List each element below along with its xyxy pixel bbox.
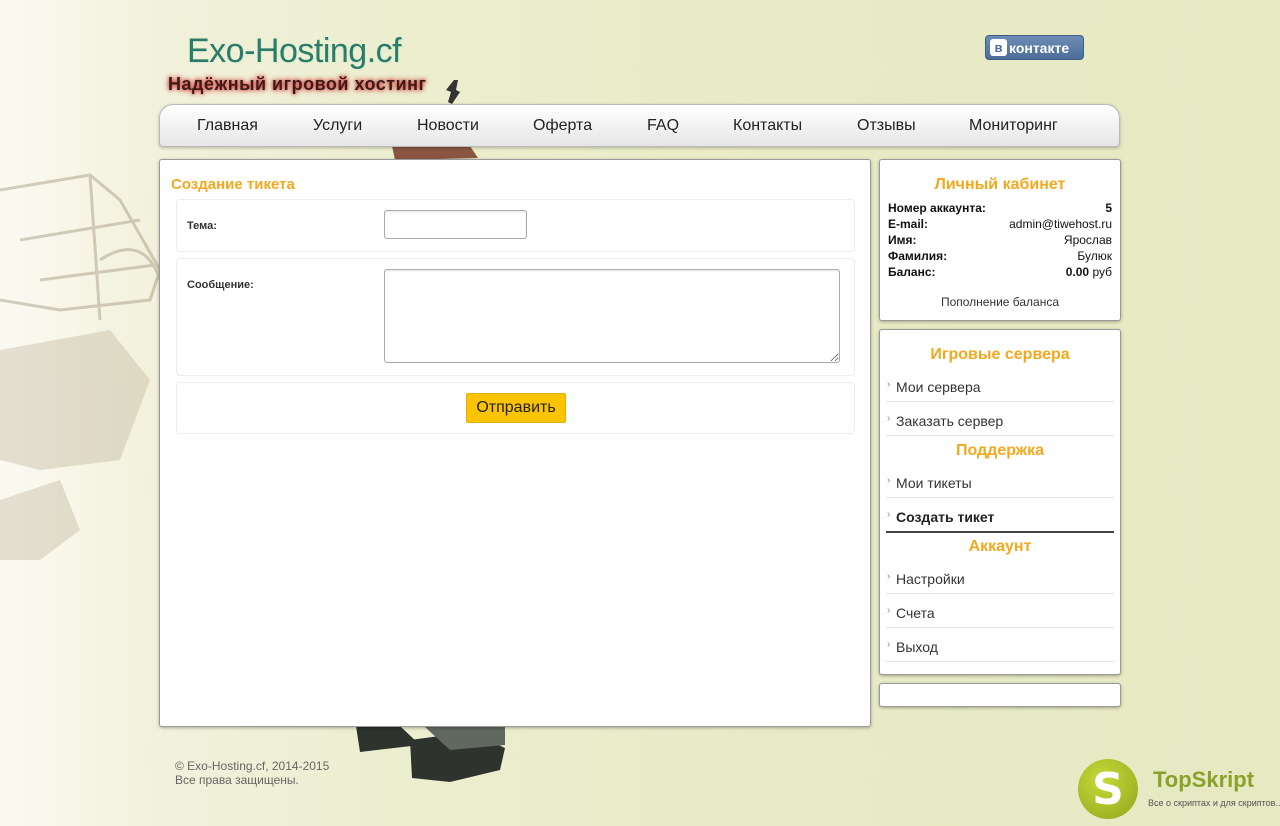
page-title: Создание тикета [171,176,295,193]
account-row-surname: Фамилия: Булюк [888,249,1112,263]
logo-tagline: Надёжный игровой хостинг [168,74,427,94]
submit-row: Отправить [176,382,855,434]
logo-title: Exo-Hosting.cf [187,32,402,70]
account-title: Личный кабинет [934,176,1066,193]
nav-item-monitoring[interactable]: Мониторинг [969,117,1058,135]
chevron-right-icon: › [887,639,891,650]
chevron-right-icon: › [887,605,891,616]
sidebar-item-create-ticket[interactable]: › Создать тикет [886,499,1114,533]
nav-item-offer[interactable]: Оферта [533,117,592,135]
sidebar-item-label: Настройки [896,571,965,587]
sidebar-menu: Игровые сервера › Мои сервера › Заказать… [879,329,1121,675]
topskript-logo-letter: S [1092,763,1124,815]
account-row-name: Имя: Ярослав [888,233,1112,247]
footer-copyright: © Exo-Hosting.cf, 2014-2015 [175,759,330,773]
subject-label: Тема: [187,220,217,232]
sidebar-item-label: Счета [896,605,935,621]
submit-button[interactable]: Отправить [466,393,566,423]
footer: © Exo-Hosting.cf, 2014-2015 Все права за… [175,759,329,787]
account-panel: Личный кабинет Номер аккаунта: 5 E-mail:… [879,159,1121,321]
topskript-logo-icon: S [1078,759,1138,819]
sidebar-item-label: Мои сервера [896,379,981,395]
account-number-value: 5 [1105,201,1112,215]
sidebar-item-label: Выход [896,639,938,655]
topskript-tagline: Все о скриптах и для скриптов... [1148,798,1280,808]
nav-item-reviews[interactable]: Отзывы [857,117,916,135]
sidebar-item-invoices[interactable]: › Счета [886,595,1114,628]
vk-label: контакте [1009,39,1070,56]
email-value: admin@tiwehost.ru [1009,217,1112,231]
sidebar-item-label: Создать тикет [896,509,995,525]
servers-section-title: Игровые сервера [930,346,1070,363]
message-textarea[interactable] [384,269,840,363]
sidebar-item-my-servers[interactable]: › Мои сервера [886,369,1114,402]
site-logo[interactable]: Exo-Hosting.cf Надёжный игровой хостинг [165,30,465,105]
sidebar-empty-panel [879,683,1121,707]
support-section-title: Поддержка [955,442,1045,459]
surname-label: Фамилия: [888,249,948,263]
nav-item-news[interactable]: Новости [417,117,479,135]
chevron-right-icon: › [887,509,891,520]
sidebar-item-settings[interactable]: › Настройки [886,561,1114,594]
sidebar-item-label: Мои тикеты [896,475,972,491]
balance-unit: руб [1092,265,1112,279]
footer-rights: Все права защищены. [175,773,299,787]
balance-label: Баланс: [888,265,936,279]
topup-balance-link[interactable]: Пополнение баланса [880,295,1120,309]
chevron-right-icon: › [887,475,891,486]
sidebar-item-logout[interactable]: › Выход [886,629,1114,662]
gun-icon [446,80,460,104]
subject-row: Тема: [176,199,855,252]
nav-item-home[interactable]: Главная [197,117,258,135]
account-number-label: Номер аккаунта: [888,201,986,215]
account-row-email: E-mail: admin@tiwehost.ru [888,217,1112,231]
nav-item-contacts[interactable]: Контакты [733,117,802,135]
email-label: E-mail: [888,217,929,231]
topskript-name: TopSkript [1153,767,1255,792]
sidebar-item-my-tickets[interactable]: › Мои тикеты [886,465,1114,498]
sidebar-item-order-server[interactable]: › Заказать сервер [886,403,1114,436]
vk-button[interactable]: в контакте [985,35,1084,60]
message-row: Сообщение: [176,258,855,376]
chevron-right-icon: › [887,413,891,424]
name-label: Имя: [888,233,917,247]
account-row-number: Номер аккаунта: 5 [888,201,1112,215]
message-label: Сообщение: [187,279,254,291]
name-value: Ярослав [1063,233,1112,247]
main-navigation: Главная Услуги Новости Оферта FAQ Контак… [159,104,1120,147]
chevron-right-icon: › [887,571,891,582]
nav-item-faq[interactable]: FAQ [647,117,679,135]
account-section-title: Аккаунт [968,538,1032,555]
chevron-right-icon: › [887,379,891,390]
nav-item-services[interactable]: Услуги [313,117,362,135]
surname-value: Булюк [1077,249,1112,263]
balance-amount: 0.00 [1065,265,1090,279]
sidebar-item-label: Заказать сервер [896,413,1004,429]
balance-value: 0.00 руб [1066,265,1112,279]
subject-input[interactable] [384,210,527,239]
ticket-form-panel: Создание тикета Тема: Сообщение: Отправи… [159,159,871,727]
vk-logo-icon: в [990,39,1007,56]
account-row-balance: Баланс: 0.00 руб [888,265,1112,279]
